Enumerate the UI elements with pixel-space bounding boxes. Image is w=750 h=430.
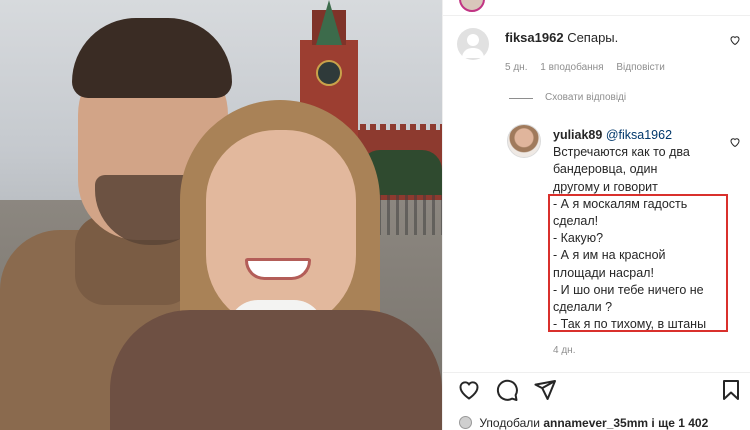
comment-username[interactable]: fiksa1962 [505, 30, 564, 45]
comment-icon[interactable] [495, 378, 519, 402]
likes-prefix: Уподобали [479, 416, 540, 430]
divider [509, 98, 533, 99]
comment: fiksa1962 Сепары. [505, 30, 618, 45]
reply-line: Встречаются как то два [553, 145, 690, 160]
heart-icon[interactable] [457, 378, 481, 402]
heart-icon[interactable] [729, 136, 741, 148]
action-bar [443, 372, 750, 406]
comment-time: 5 дн. [505, 62, 528, 73]
comment-meta: 5 дн. 1 вподобання Відповісти [505, 62, 675, 73]
reply-mention[interactable]: @fiksa1962 [606, 128, 672, 142]
reply-line: бандеровца, один [553, 162, 658, 177]
commenter-avatar[interactable] [457, 28, 489, 60]
woman-coat [110, 310, 442, 430]
hide-replies-link[interactable]: Сховати відповіді [545, 92, 626, 103]
reply-line: другому и говорит [553, 179, 658, 194]
heart-icon[interactable] [729, 34, 741, 46]
liker-avatar[interactable] [459, 416, 472, 429]
author-avatar[interactable] [459, 0, 485, 12]
reply-avatar[interactable] [507, 124, 541, 158]
share-icon[interactable] [533, 378, 557, 402]
bookmark-icon[interactable] [719, 378, 743, 402]
comment-likes[interactable]: 1 вподобання [540, 62, 603, 73]
post-photo [0, 0, 442, 430]
post-header [443, 0, 750, 16]
likes-user[interactable]: annamever_35mm [543, 416, 648, 430]
reply-time: 4 дн. [553, 345, 576, 356]
highlight-box [548, 194, 728, 332]
reply-link[interactable]: Відповісти [616, 62, 664, 73]
likes-summary: Уподобали annamever_35mm і ще 1 402 [459, 416, 708, 430]
reply-username[interactable]: yuliak89 [553, 128, 602, 142]
comment-text: Сепары. [567, 30, 619, 45]
likes-count[interactable]: і ще 1 402 [651, 416, 708, 430]
tower-clock [316, 60, 342, 86]
